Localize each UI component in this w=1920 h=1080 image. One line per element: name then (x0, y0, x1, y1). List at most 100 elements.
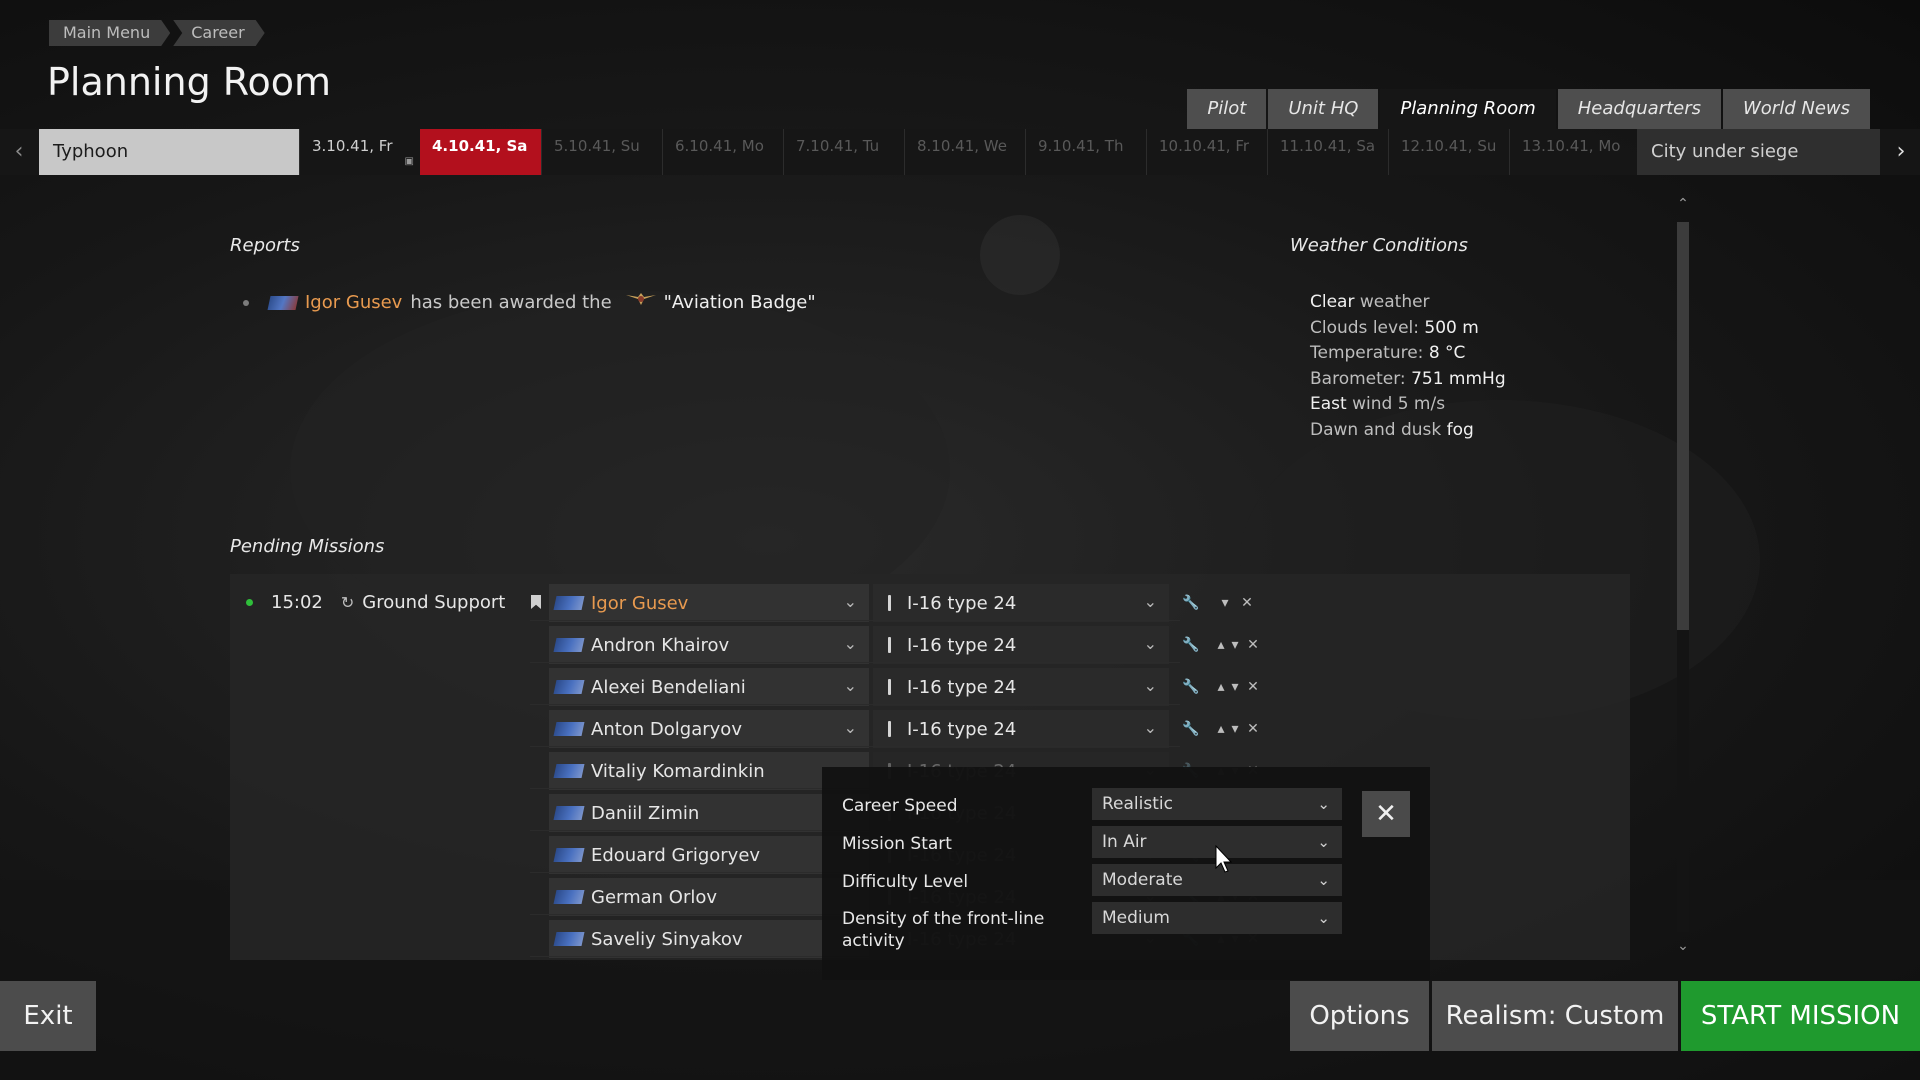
move-down-icon[interactable]: ▾ (1228, 679, 1242, 695)
aircraft-icon (888, 595, 891, 611)
row-actions: 🔧 ▴▾✕ (1180, 626, 1264, 664)
start-mission-button[interactable]: START MISSION (1681, 981, 1920, 1051)
day-label: 5.10.41, Su (554, 137, 640, 155)
move-up-icon[interactable]: ▴ (1214, 637, 1228, 653)
scrollbar-thumb[interactable] (1677, 222, 1689, 630)
ground-support-icon: ↻ (340, 593, 355, 612)
day-1[interactable]: 4.10.41, Sa (420, 129, 541, 175)
realism-button[interactable]: Realism: Custom (1432, 981, 1678, 1051)
row-divider (530, 704, 1180, 705)
day-label: 7.10.41, Tu (796, 137, 880, 155)
chevron-down-icon: ⌄ (1143, 634, 1157, 653)
table-row: Andron Khairov ⌄ I-16 type 24 ⌄ 🔧 ▴ ▾ ✕ (530, 626, 1280, 664)
mission-status-dot-icon (246, 599, 253, 606)
move-down-icon[interactable]: ▾ (1228, 637, 1242, 653)
tab-pilot[interactable]: Pilot (1187, 89, 1267, 129)
remove-icon[interactable]: ✕ (1236, 595, 1258, 611)
mission-start-value: In Air (1102, 832, 1147, 852)
tab-headquarters[interactable]: Headquarters (1557, 89, 1721, 129)
pilot-select[interactable]: Alexei Bendeliani ⌄ (549, 668, 869, 706)
remove-icon[interactable]: ✕ (1242, 721, 1264, 737)
chevron-down-icon: ⌄ (1317, 871, 1330, 889)
day-8[interactable]: 11.10.41, Sa (1267, 129, 1388, 175)
exit-button[interactable]: Exit (0, 981, 96, 1051)
day-6[interactable]: 9.10.41, Th (1025, 129, 1146, 175)
remove-icon[interactable]: ✕ (1242, 679, 1264, 695)
day-4[interactable]: 7.10.41, Tu (783, 129, 904, 175)
move-down-icon[interactable]: ▾ (1214, 595, 1236, 611)
weather-value: 500 m (1424, 317, 1479, 338)
pilot-select[interactable]: German Orlov (549, 878, 869, 916)
pilot-select[interactable]: Saveliy Sinyakov (549, 920, 869, 958)
pilot-select[interactable]: Edouard Grigoryev (549, 836, 869, 874)
weather-line: Clouds level: 500 m (1310, 316, 1506, 342)
options-button[interactable]: Options (1290, 981, 1429, 1051)
mouse-cursor-icon (1215, 845, 1233, 873)
career-speed-select[interactable]: Realistic ⌄ (1092, 788, 1342, 820)
aircraft-select[interactable]: I-16 type 24 ⌄ (873, 668, 1169, 706)
move-up-icon[interactable]: ▴ (1214, 721, 1228, 737)
front-line-density-select[interactable]: Medium ⌄ (1092, 902, 1342, 934)
chevron-down-icon: ⌄ (1143, 676, 1157, 695)
breadcrumb-main-menu[interactable]: Main Menu (49, 20, 170, 46)
day-0[interactable]: 3.10.41, Fr ▣ (299, 129, 420, 175)
day-9[interactable]: 12.10.41, Su (1388, 129, 1509, 175)
pilot-select[interactable]: Anton Dolgaryov ⌄ (549, 710, 869, 748)
next-date-arrow-icon[interactable]: › (1882, 129, 1920, 175)
day-label: 13.10.41, Mo (1522, 137, 1621, 155)
close-popup-button[interactable]: ✕ (1362, 791, 1410, 837)
pilot-flag-icon (553, 722, 585, 736)
pilot-select[interactable]: Igor Gusev ⌄ (549, 584, 869, 622)
reports-title: Reports (230, 235, 300, 256)
aircraft-name: I-16 type 24 (907, 718, 1017, 740)
day-label: 8.10.41, We (917, 137, 1007, 155)
pilot-select[interactable]: Vitaliy Komardinkin (549, 752, 869, 790)
row-actions: 🔧 ▾ ✕ (1180, 584, 1258, 622)
chevron-down-icon: ⌄ (843, 718, 857, 737)
breadcrumb-career[interactable]: Career (173, 20, 264, 46)
move-down-icon[interactable]: ▾ (1228, 721, 1242, 737)
aircraft-name: I-16 type 24 (907, 634, 1017, 656)
wrench-icon[interactable]: 🔧 (1180, 679, 1202, 695)
report-pilot-link[interactable]: Igor Gusev (305, 292, 402, 313)
aircraft-icon (888, 679, 891, 695)
chevron-down-icon: ⌄ (1143, 592, 1157, 611)
day-10[interactable]: 13.10.41, Mo (1509, 129, 1630, 175)
move-up-icon[interactable]: ▴ (1214, 679, 1228, 695)
pilot-name: Saveliy Sinyakov (591, 928, 743, 950)
weather-value: 751 mmHg (1411, 368, 1506, 389)
remove-icon[interactable]: ✕ (1242, 637, 1264, 653)
day-7[interactable]: 10.10.41, Fr (1146, 129, 1267, 175)
weather-value: 8 °C (1428, 343, 1466, 363)
day-3[interactable]: 6.10.41, Mo (662, 129, 783, 175)
tab-world-news[interactable]: World News (1723, 89, 1870, 129)
pilot-name: Vitaliy Komardinkin (591, 760, 765, 782)
weather-value: East (1310, 394, 1347, 414)
prev-date-arrow-icon[interactable]: ‹ (0, 129, 38, 175)
pilot-name: Daniil Zimin (591, 802, 700, 824)
pilot-flag-icon (553, 890, 585, 904)
scroll-down-icon[interactable]: ⌄ (1671, 938, 1695, 954)
aircraft-select[interactable]: I-16 type 24 ⌄ (873, 626, 1169, 664)
top-tabs: Pilot Unit HQ Planning Room Headquarters… (1185, 89, 1870, 129)
wrench-icon[interactable]: 🔧 (1180, 637, 1202, 653)
aircraft-select[interactable]: I-16 type 24 ⌄ (873, 710, 1169, 748)
scroll-up-icon[interactable]: ⌃ (1671, 196, 1695, 212)
aircraft-name: I-16 type 24 (907, 592, 1017, 614)
tab-planning-room[interactable]: Planning Room (1380, 89, 1556, 129)
wrench-icon[interactable]: 🔧 (1180, 721, 1202, 737)
table-row: Alexei Bendeliani ⌄ I-16 type 24 ⌄ 🔧 ▴ ▾ ✕ (530, 668, 1280, 706)
weather-line: Clear weather (1310, 290, 1506, 316)
mission-entry[interactable]: 15:02 ↻ Ground Support (246, 592, 505, 613)
day-label: 3.10.41, Fr (312, 137, 393, 155)
wrench-icon[interactable]: 🔧 (1180, 595, 1202, 611)
pilot-select[interactable]: Daniil Zimin (549, 794, 869, 832)
aircraft-select[interactable]: I-16 type 24 ⌄ (873, 584, 1169, 622)
day-2[interactable]: 5.10.41, Su (541, 129, 662, 175)
day-label: 10.10.41, Fr (1159, 137, 1250, 155)
pilot-select[interactable]: Andron Khairov ⌄ (549, 626, 869, 664)
day-5[interactable]: 8.10.41, We (904, 129, 1025, 175)
tab-unit-hq[interactable]: Unit HQ (1268, 89, 1379, 129)
weather-post: weather (1354, 292, 1430, 312)
report-text: has been awarded the (410, 292, 612, 313)
